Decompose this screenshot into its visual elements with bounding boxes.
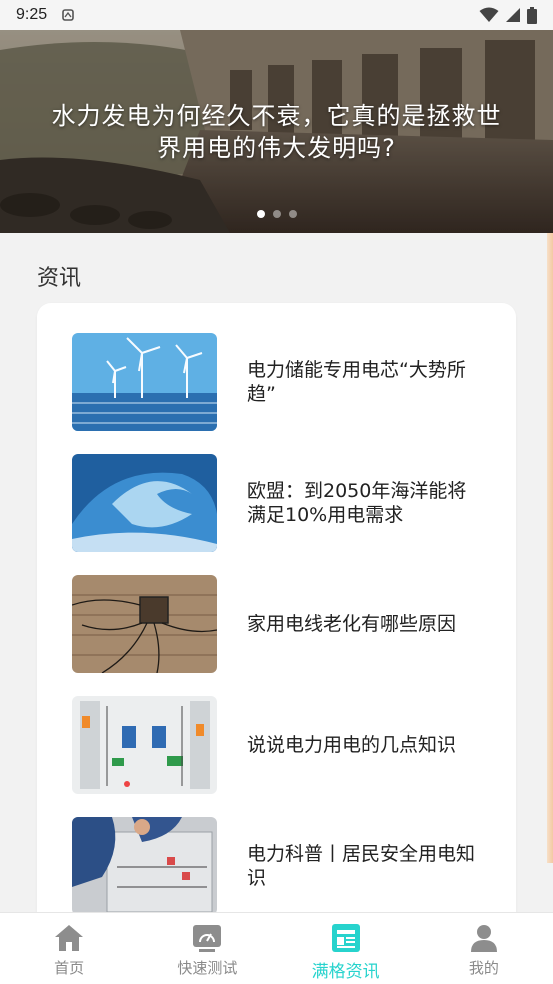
news-thumbnail [72, 333, 217, 431]
news-title: 欧盟：到2050年海洋能将满足10%用电需求 [247, 480, 467, 526]
news-title: 说说电力用电的几点知识 [247, 734, 457, 756]
pagination-dot[interactable] [256, 210, 265, 218]
nav-label: 首页 [54, 959, 85, 977]
status-time: 9:25 [16, 6, 48, 23]
hero-banner[interactable]: 水力发电为何经久不衰，它真的是拯救世界用电的伟大发明吗? [0, 30, 553, 233]
news-title: 家用电线老化有哪些原因 [247, 613, 457, 635]
news-icon [331, 924, 360, 952]
nav-label: 我的 [468, 959, 499, 977]
news-title: 电力科普丨居民安全用电知识 [247, 843, 476, 889]
user-icon [470, 925, 497, 952]
nav-label: 满格资讯 [311, 962, 380, 982]
news-thumbnail [72, 454, 217, 552]
section-title: 资讯 [37, 266, 82, 291]
bottom-nav: 首页 快速测试 满格资讯 我的 [0, 912, 553, 984]
news-item[interactable]: 欧盟：到2050年海洋能将满足10%用电需求 [72, 454, 492, 552]
news-item[interactable]: 说说电力用电的几点知识 [72, 696, 492, 794]
home-icon [55, 925, 84, 951]
status-bar: 9:25 [0, 0, 553, 30]
app-screen: 9:25 水力发电为何经久不衰，它真的是拯救世界用电的伟大发明吗? 资讯 电力储… [0, 0, 553, 984]
news-list: 电力储能专用电芯“大势所趋” 欧盟：到2050年海洋能将满足10%用电需求 家用… [37, 303, 516, 943]
scroll-edge [547, 233, 553, 863]
banner-pagination [0, 210, 553, 218]
pagination-dot[interactable] [288, 210, 297, 218]
news-title: 电力储能专用电芯“大势所趋” [247, 359, 466, 405]
nav-tab-home[interactable]: 首页 [0, 913, 138, 984]
news-thumbnail [72, 575, 217, 673]
news-item[interactable]: 家用电线老化有哪些原因 [72, 575, 492, 673]
speedometer-icon [193, 925, 222, 952]
banner-title: 水力发电为何经久不衰，它真的是拯救世界用电的伟大发明吗? [51, 102, 502, 162]
nav-tab-speedtest[interactable]: 快速测试 [138, 913, 276, 984]
nav-tab-profile[interactable]: 我的 [415, 913, 553, 984]
notification-icon [62, 9, 74, 21]
signal-icon [506, 8, 520, 22]
nav-tab-news[interactable]: 满格资讯 [277, 913, 415, 984]
nav-label: 快速测试 [177, 959, 238, 977]
news-item[interactable]: 电力科普丨居民安全用电知识 [72, 817, 492, 915]
news-thumbnail [72, 696, 217, 794]
pagination-dot[interactable] [272, 210, 281, 218]
news-item[interactable]: 电力储能专用电芯“大势所趋” [72, 333, 492, 431]
news-thumbnail [72, 817, 217, 915]
battery-icon [527, 6, 537, 24]
wifi-icon [479, 7, 499, 22]
